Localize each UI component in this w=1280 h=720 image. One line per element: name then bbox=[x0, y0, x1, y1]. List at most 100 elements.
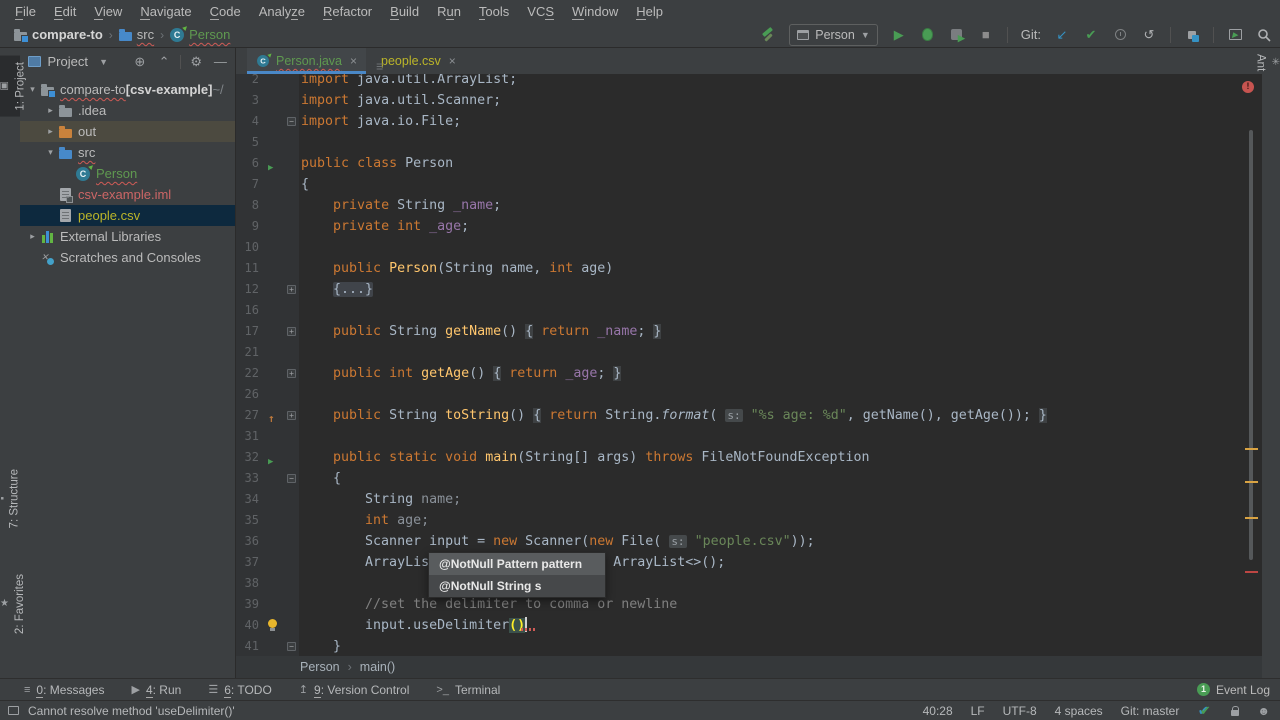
tree-row[interactable]: ✕ Scratches and Consoles bbox=[20, 247, 235, 268]
lock-icon[interactable] bbox=[1231, 705, 1240, 716]
fold-marker-icon[interactable]: + bbox=[287, 285, 296, 294]
code-line[interactable]: 16 bbox=[236, 300, 1262, 321]
tree-row[interactable]: csv-example.iml bbox=[20, 184, 235, 205]
editor-scrollbar[interactable] bbox=[1249, 130, 1253, 560]
chevron-down-icon[interactable]: ▼ bbox=[95, 57, 112, 67]
gear-icon[interactable]: ⚙ bbox=[188, 54, 205, 70]
fold-marker-icon[interactable]: + bbox=[287, 327, 296, 336]
menu-item-refactor[interactable]: Refactor bbox=[314, 2, 381, 21]
toolwindow-tab-ant[interactable]: ✳ Ant bbox=[1255, 50, 1280, 75]
code-line[interactable]: 4 − import java.io.File; bbox=[236, 111, 1262, 132]
menu-item-navigate[interactable]: Navigate bbox=[131, 2, 200, 21]
fold-marker-icon[interactable]: − bbox=[287, 117, 296, 126]
tree-toggle-icon[interactable]: ▸ bbox=[44, 126, 57, 137]
status-item-lf[interactable]: LF bbox=[971, 704, 985, 718]
warning-stripe-mark[interactable] bbox=[1245, 448, 1258, 450]
code-line[interactable]: 3 import java.util.Scanner; bbox=[236, 90, 1262, 111]
tree-row[interactable]: ▾ compare-to [csv-example] ~/ bbox=[20, 79, 235, 100]
code-line[interactable]: 27 ↑ + public String toString() { return S… bbox=[236, 405, 1262, 426]
editor-breadcrumb-item[interactable]: main() bbox=[360, 660, 395, 674]
editor-breadcrumb-item[interactable]: Person bbox=[300, 660, 340, 674]
popup-option[interactable]: @NotNull Pattern pattern bbox=[429, 553, 605, 575]
code-line[interactable]: 6 ▶ public class Person bbox=[236, 153, 1262, 174]
intention-bulb-icon[interactable] bbox=[268, 619, 277, 631]
search-everywhere-icon[interactable] bbox=[1256, 27, 1272, 43]
fold-marker-icon[interactable]: + bbox=[287, 411, 296, 420]
toolwindow-button--version-control[interactable]: ↥ 9: Version Control bbox=[299, 682, 409, 698]
status-item-utf-8[interactable]: UTF-8 bbox=[1003, 704, 1037, 718]
fold-marker-icon[interactable]: + bbox=[287, 369, 296, 378]
rollback-icon[interactable]: ↺ bbox=[1141, 27, 1157, 43]
tree-row[interactable]: ▸ External Libraries bbox=[20, 226, 235, 247]
toolwindow-button-terminal[interactable]: >_ Terminal bbox=[436, 683, 500, 697]
menu-item-window[interactable]: Window bbox=[563, 2, 627, 21]
warning-stripe-mark[interactable] bbox=[1245, 517, 1258, 519]
tree-toggle-icon[interactable]: ▸ bbox=[44, 105, 57, 116]
tree-row[interactable]: ▸ out bbox=[20, 121, 235, 142]
event-log-button[interactable]: 1 Event Log bbox=[1196, 683, 1270, 697]
menu-item-code[interactable]: Code bbox=[201, 2, 250, 21]
menu-item-edit[interactable]: Edit bbox=[45, 2, 85, 21]
code-line[interactable]: 17 + public String getName() { return _na… bbox=[236, 321, 1262, 342]
tree-toggle-icon[interactable]: ▸ bbox=[26, 231, 39, 242]
status-item-4-spaces[interactable]: 4 spaces bbox=[1055, 704, 1103, 718]
code-line[interactable]: 33 − { bbox=[236, 468, 1262, 489]
tab-person-java[interactable]: C Person.java × bbox=[247, 48, 367, 74]
error-stripe-indicator[interactable]: ! bbox=[1242, 81, 1254, 93]
locate-file-icon[interactable]: ⊕ bbox=[131, 54, 148, 70]
tree-toggle-icon[interactable]: ▾ bbox=[44, 147, 57, 158]
code-line[interactable]: 37 ArrayList<Person> people = new ArrayL… bbox=[236, 552, 1262, 573]
toolwindow-tab-favorites[interactable]: ★ 2: Favorites bbox=[0, 568, 26, 640]
tree-row[interactable]: C Person bbox=[20, 163, 235, 184]
hide-panel-icon[interactable]: — bbox=[212, 54, 229, 69]
code-line[interactable]: 40 input.useDelimiter() bbox=[236, 615, 1262, 636]
code-line[interactable]: 35 int age; bbox=[236, 510, 1262, 531]
tab-people-csv[interactable]: people.csv × bbox=[366, 48, 465, 74]
build-hammer-icon[interactable] bbox=[760, 26, 776, 43]
menu-item-run[interactable]: Run bbox=[428, 2, 470, 21]
project-structure-icon[interactable] bbox=[1184, 27, 1200, 43]
code-line[interactable]: 11 public Person(String name, int age) bbox=[236, 258, 1262, 279]
tree-row[interactable]: ▸ .idea bbox=[20, 100, 235, 121]
collapse-all-icon[interactable]: ⌃ bbox=[155, 54, 172, 70]
popup-option[interactable]: @NotNull String s bbox=[429, 575, 605, 597]
toolwindow-button--messages[interactable]: ≡ 0: Messages bbox=[24, 682, 104, 698]
highlighting-level-icon[interactable]: ☻ bbox=[1257, 704, 1270, 718]
menu-item-help[interactable]: Help bbox=[627, 2, 672, 21]
code-line[interactable]: 26 bbox=[236, 384, 1262, 405]
code-line[interactable]: 5 bbox=[236, 132, 1262, 153]
fold-marker-icon[interactable]: − bbox=[287, 642, 296, 651]
status-item-git-master[interactable]: Git: master bbox=[1121, 704, 1180, 718]
code-line[interactable]: 12 + {...} bbox=[236, 279, 1262, 300]
code-line[interactable]: 39 //set the delimiter to comma or newli… bbox=[236, 594, 1262, 615]
run-anything-icon[interactable]: ▶ bbox=[1227, 27, 1243, 43]
code-line[interactable]: 21 bbox=[236, 342, 1262, 363]
code-line[interactable]: 10 bbox=[236, 237, 1262, 258]
breadcrumb-item-person[interactable]: C Person bbox=[170, 27, 230, 42]
toolwindow-button--run[interactable]: ▶ 4: Run bbox=[131, 682, 181, 698]
close-icon[interactable]: × bbox=[449, 54, 456, 68]
code-line[interactable]: 32 ▶ public static void main(String[] arg… bbox=[236, 447, 1262, 468]
tree-toggle-icon[interactable]: ▾ bbox=[26, 84, 39, 95]
inspections-status-icon[interactable]: ✔ bbox=[1197, 703, 1213, 719]
warning-stripe-mark[interactable] bbox=[1245, 481, 1258, 483]
menu-item-analyze[interactable]: Analyze bbox=[250, 2, 314, 21]
tree-row[interactable]: ▾ src bbox=[20, 142, 235, 163]
menu-item-view[interactable]: View bbox=[85, 2, 131, 21]
toolwindow-tab-structure[interactable]: ▪ 7: Structure bbox=[0, 463, 21, 534]
git-update-icon[interactable]: ↙ bbox=[1054, 27, 1070, 43]
tree-row[interactable]: people.csv bbox=[20, 205, 235, 226]
status-item-40-28[interactable]: 40:28 bbox=[923, 704, 953, 718]
code-line[interactable]: 36 Scanner input = new Scanner(new File(… bbox=[236, 531, 1262, 552]
menu-item-file[interactable]: File bbox=[6, 2, 45, 21]
toolwindow-button--todo[interactable]: ☰ 6: TODO bbox=[208, 682, 272, 698]
breadcrumb-item-compare-to[interactable]: compare-to bbox=[14, 27, 103, 43]
menu-item-tools[interactable]: Tools bbox=[470, 2, 518, 21]
breadcrumb-item-src[interactable]: src bbox=[118, 27, 154, 42]
code-line[interactable]: 8 private String _name; bbox=[236, 195, 1262, 216]
code-line[interactable]: 31 bbox=[236, 426, 1262, 447]
project-panel-title[interactable]: Project bbox=[48, 54, 88, 69]
menu-item-vcs[interactable]: VCS bbox=[518, 2, 563, 21]
code-line[interactable]: 9 private int _age; bbox=[236, 216, 1262, 237]
toolwindow-switcher-icon[interactable] bbox=[8, 706, 19, 715]
